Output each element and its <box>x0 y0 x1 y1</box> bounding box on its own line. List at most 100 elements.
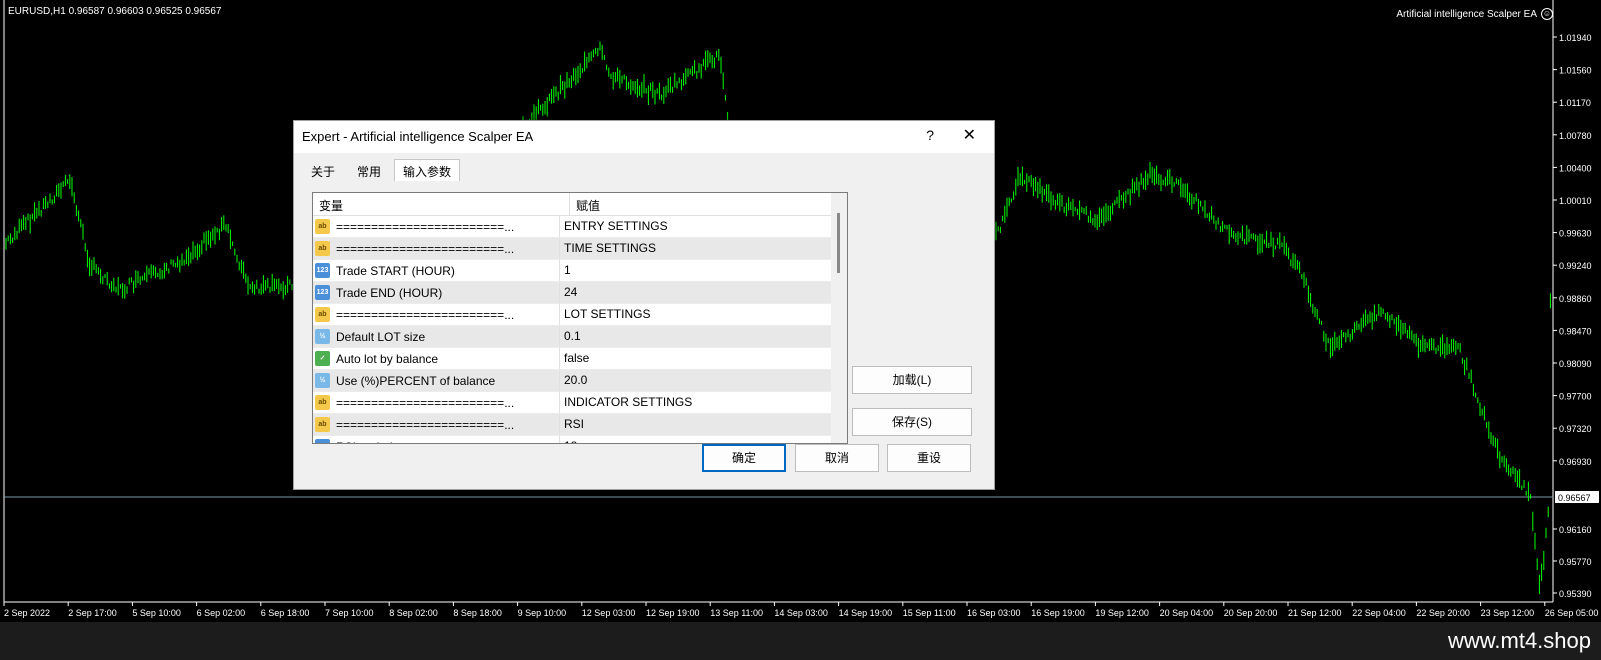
row-variable-name: ========================... <box>336 241 515 256</box>
reset-button[interactable]: 重设 <box>887 444 971 472</box>
column-value[interactable]: 赋值 <box>570 193 834 215</box>
time-tick-label: 7 Sep 10:00 <box>325 608 374 618</box>
time-tick-label: 5 Sep 10:00 <box>132 608 181 618</box>
row-value[interactable]: ENTRY SETTINGS <box>560 216 820 237</box>
table-row[interactable]: ab ========================... LOT SETTING… <box>313 304 847 326</box>
column-variable[interactable]: 变量 <box>313 193 570 215</box>
row-value[interactable]: false <box>560 348 820 369</box>
time-tick-label: 12 Sep 19:00 <box>646 608 700 618</box>
n123-type-icon: 123 <box>315 439 330 443</box>
row-variable-name: ========================... <box>336 307 515 322</box>
row-value[interactable]: 24 <box>560 282 820 303</box>
row-value[interactable]: 0.1 <box>560 326 820 347</box>
scrollbar-thumb[interactable] <box>837 213 840 273</box>
price-tick-label: 0.99630 <box>1559 229 1592 239</box>
n123-type-icon: 123 <box>315 263 330 278</box>
row-variable-name: Trade START (HOUR) <box>336 263 455 278</box>
time-tick-label: 22 Sep 20:00 <box>1416 608 1470 618</box>
time-tick-label: 20 Sep 20:00 <box>1224 608 1278 618</box>
tab-common[interactable]: 常用 <box>348 159 390 181</box>
dialog-title: Expert - Artificial intelligence Scalper… <box>302 129 534 144</box>
time-tick-label: 16 Sep 03:00 <box>967 608 1021 618</box>
parameters-table[interactable]: 变量 赋值 ab ========================... ENTRY… <box>312 192 848 444</box>
inputs-pane: 变量 赋值 ab ========================... ENTRY… <box>300 182 988 482</box>
expert-dialog: Expert - Artificial intelligence Scalper… <box>293 120 995 490</box>
price-tick-label: 0.96160 <box>1559 525 1592 535</box>
help-button[interactable]: ? <box>926 127 934 143</box>
table-row[interactable]: ab ========================... TIME SETTIN… <box>313 238 847 260</box>
price-tick-label: 0.98860 <box>1559 294 1592 304</box>
row-variable-name: Trade END (HOUR) <box>336 285 443 300</box>
price-tick-label: 1.01560 <box>1559 66 1592 76</box>
close-icon[interactable]: ✕ <box>963 125 976 145</box>
table-row[interactable]: 123 RSI period 18 <box>313 436 847 444</box>
price-tick-label: 1.01940 <box>1559 33 1592 43</box>
ab-type-icon: ab <box>315 307 330 322</box>
row-variable: ✓ Auto lot by balance <box>313 348 560 369</box>
price-tick-label: 1.00400 <box>1559 163 1592 173</box>
time-tick-label: 14 Sep 03:00 <box>774 608 828 618</box>
dialog-titlebar[interactable]: Expert - Artificial intelligence Scalper… <box>294 121 994 153</box>
watermark: www.mt4.shop <box>1447 628 1591 653</box>
scrollbar[interactable] <box>831 193 847 443</box>
row-variable: 123 Trade END (HOUR) <box>313 282 560 303</box>
table-row[interactable]: 123 Trade START (HOUR) 1 <box>313 260 847 282</box>
load-button[interactable]: 加载(L) <box>852 366 972 394</box>
price-tick-label: 1.01170 <box>1559 98 1591 108</box>
row-variable-name: ========================... <box>336 395 515 410</box>
tab-inputs[interactable]: 输入参数 <box>394 159 461 181</box>
row-value[interactable]: LOT SETTINGS <box>560 304 820 325</box>
time-tick-label: 6 Sep 18:00 <box>261 608 310 618</box>
time-tick-label: 12 Sep 03:00 <box>582 608 636 618</box>
row-value[interactable]: INDICATOR SETTINGS <box>560 392 820 413</box>
row-variable: ½ Use (%)PERCENT of balance <box>313 370 560 391</box>
ab-type-icon: ab <box>315 241 330 256</box>
table-row[interactable]: ✓ Auto lot by balance false <box>313 348 847 370</box>
time-tick-label: 9 Sep 10:00 <box>518 608 567 618</box>
row-value[interactable]: 18 <box>560 436 820 443</box>
row-value[interactable]: 20.0 <box>560 370 820 391</box>
row-variable-name: Use (%)PERCENT of balance <box>336 373 496 388</box>
table-body: ab ========================... ENTRY SETTI… <box>313 216 847 444</box>
price-tick-label: 0.98470 <box>1559 326 1592 336</box>
smiley-icon: ☺ <box>1541 8 1553 20</box>
price-tick-label: 0.97320 <box>1559 424 1592 434</box>
ea-name: Artificial intelligence Scalper EA <box>1396 8 1537 20</box>
half-type-icon: ½ <box>315 329 330 344</box>
save-button[interactable]: 保存(S) <box>852 408 972 436</box>
time-tick-label: 15 Sep 11:00 <box>903 608 956 618</box>
row-variable-name: ========================... <box>336 219 515 234</box>
time-tick-label: 20 Sep 04:00 <box>1160 608 1214 618</box>
table-row[interactable]: ½ Use (%)PERCENT of balance 20.0 <box>313 370 847 392</box>
row-variable-name: Default LOT size <box>336 329 426 344</box>
table-row[interactable]: ½ Default LOT size 0.1 <box>313 326 847 348</box>
time-tick-label: 19 Sep 12:00 <box>1095 608 1149 618</box>
row-variable: ab ========================... <box>313 238 560 259</box>
row-value[interactable]: TIME SETTINGS <box>560 238 820 259</box>
row-variable-name: Auto lot by balance <box>336 351 439 366</box>
current-price-label: 0.96567 <box>1558 493 1591 503</box>
time-tick-label: 13 Sep 11:00 <box>710 608 763 618</box>
row-value[interactable]: RSI <box>560 414 820 435</box>
ab-type-icon: ab <box>315 219 330 234</box>
time-tick-label: 23 Sep 12:00 <box>1481 608 1535 618</box>
price-tick-label: 0.97700 <box>1559 392 1592 402</box>
table-row[interactable]: ab ========================... INDICATOR S… <box>313 392 847 414</box>
time-tick-label: 6 Sep 02:00 <box>197 608 246 618</box>
row-value[interactable]: 1 <box>560 260 820 281</box>
ea-label[interactable]: Artificial intelligence Scalper EA ☺ <box>1396 8 1553 20</box>
row-variable-name: RSI period <box>336 440 393 444</box>
table-row[interactable]: ab ========================... ENTRY SETTI… <box>313 216 847 238</box>
row-variable: ab ========================... <box>313 216 560 237</box>
row-variable: ab ========================... <box>313 392 560 413</box>
ok-button[interactable]: 确定 <box>702 444 786 472</box>
price-tick-label: 0.98090 <box>1559 359 1592 369</box>
table-row[interactable]: 123 Trade END (HOUR) 24 <box>313 282 847 304</box>
time-tick-label: 2 Sep 2022 <box>4 608 50 618</box>
table-row[interactable]: ab ========================... RSI <box>313 414 847 436</box>
cancel-button[interactable]: 取消 <box>795 444 879 472</box>
price-tick-label: 1.00010 <box>1559 196 1592 206</box>
tab-about[interactable]: 关于 <box>302 159 344 181</box>
ab-type-icon: ab <box>315 417 330 432</box>
time-tick-label: 14 Sep 19:00 <box>839 608 893 618</box>
